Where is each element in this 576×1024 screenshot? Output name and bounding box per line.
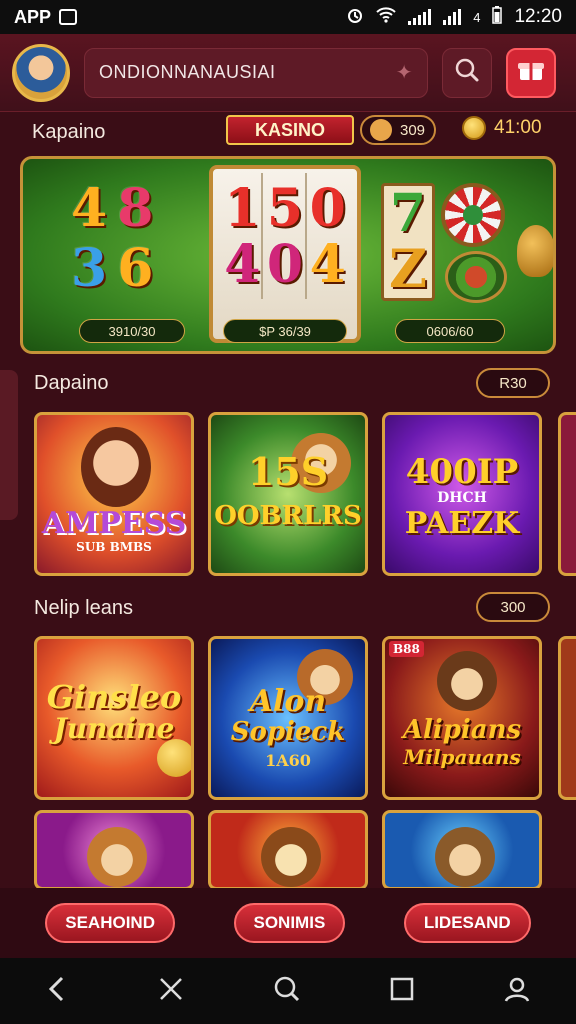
game-subtitle: Milpauans	[403, 745, 521, 769]
tab-bonus[interactable]: SONIMIS	[233, 903, 346, 943]
avatar[interactable]	[12, 43, 70, 102]
page-title: Kapaino	[32, 120, 106, 143]
game-title: Alon	[249, 684, 327, 719]
gift-icon	[517, 58, 545, 87]
game-title: Alipians	[402, 715, 522, 745]
timer: 41:00	[462, 116, 542, 140]
game-row-1: AMPESS SUB BMBS 15S OOBRLRS 400IP DHCH P…	[34, 412, 542, 576]
dog-image	[437, 651, 497, 711]
dog-image	[435, 827, 495, 887]
search-button[interactable]	[442, 47, 492, 98]
center-reel: 1 5 0 4 0 4	[209, 165, 361, 343]
game-subtitle: Junaine	[53, 712, 175, 745]
game-card[interactable]: B88 Alipians Milpauans	[382, 636, 542, 800]
badge: B88	[389, 641, 424, 657]
game-row-3	[34, 810, 542, 890]
game-title: 15S	[247, 449, 329, 494]
coin-icon	[462, 116, 486, 140]
game-small-label: 1A60	[265, 751, 311, 770]
game-card[interactable]: 400IP DHCH PAEZK	[382, 412, 542, 576]
game-card[interactable]: Alon Sopieck 1A60	[208, 636, 368, 800]
game-row-2: Ginsleo Junaine Alon Sopieck 1A60 B88 Al…	[34, 636, 542, 800]
section-title: Dapaino	[34, 372, 109, 394]
system-nav-bar	[0, 958, 576, 1024]
reel-digit: 0	[309, 178, 346, 239]
app-header: ONDIONNANAUSIAI ✦	[0, 34, 576, 112]
bottom-tabs: SEAHOIND SONIMIS LIDESAND	[0, 888, 576, 958]
reel-label: 0606/60	[395, 319, 505, 343]
coins-value: 309	[400, 121, 426, 139]
search-text: ONDIONNANAUSIAI	[99, 62, 276, 82]
game-card[interactable]: Ginsleo Junaine	[34, 636, 194, 800]
reel-digit: 1	[224, 178, 261, 239]
reel-digit: 5	[266, 178, 304, 239]
mascot-icon	[370, 119, 392, 141]
coins-pill[interactable]: 309	[360, 115, 436, 145]
dog-image	[87, 827, 147, 887]
wifi-icon	[376, 6, 396, 28]
search-icon	[454, 57, 480, 88]
tab-search[interactable]: SEAHOIND	[45, 903, 175, 943]
image-icon	[59, 9, 78, 25]
character-image	[81, 427, 151, 507]
puzzle-icon: ✦	[395, 62, 413, 84]
section-pill[interactable]: 300	[476, 592, 550, 622]
reel-digit: 8	[117, 178, 154, 239]
dog-image	[261, 827, 321, 887]
game-title: 400IP	[405, 452, 519, 492]
game-card[interactable]	[208, 810, 368, 890]
game-card[interactable]: AMPESS SUB BMBS	[34, 412, 194, 576]
profile-icon[interactable]	[503, 975, 531, 1008]
reel-digit: 0	[266, 234, 304, 295]
game-card[interactable]	[34, 810, 194, 890]
status-bar: APP 4 12:20	[0, 0, 576, 34]
coin-icon	[157, 739, 191, 777]
reel-digit: 7	[389, 183, 427, 244]
back-icon[interactable]	[45, 975, 69, 1008]
app-label: APP	[14, 6, 52, 27]
tab-lidesand[interactable]: LIDESAND	[403, 903, 531, 943]
reel-digit: 4	[224, 234, 261, 295]
square-icon[interactable]	[390, 977, 414, 1006]
game-subtitle: SUB BMBS	[76, 540, 152, 554]
search-icon[interactable]	[273, 975, 301, 1008]
left-reel: 4 8 3 6	[71, 181, 153, 297]
battery-icon	[492, 5, 503, 29]
game-subtitle: Sopieck	[230, 717, 346, 747]
fruit-icon	[445, 251, 507, 303]
game-card-peek[interactable]	[558, 412, 576, 576]
game-card[interactable]	[382, 810, 542, 890]
right-reel: 7 Z	[381, 183, 435, 301]
reel-label: 3910/30	[79, 319, 185, 343]
roulette-icon	[441, 183, 505, 247]
reel-label: $P 36/39	[223, 319, 347, 343]
kasino-banner: KASINO	[226, 115, 354, 145]
timer-value: 41:00	[494, 117, 542, 138]
clock: 12:20	[514, 6, 562, 27]
game-card-peek[interactable]	[558, 636, 576, 800]
battery-level: 4	[473, 9, 481, 25]
signal-icon-2	[443, 9, 462, 25]
reel-digit: Z	[389, 239, 427, 300]
game-subtitle: OOBRLRS	[214, 501, 362, 531]
game-title: AMPESS	[41, 506, 187, 541]
gift-button[interactable]	[506, 47, 556, 98]
section-pill[interactable]: R30	[476, 368, 550, 398]
reel-digit: 6	[117, 238, 154, 299]
game-card[interactable]: 15S OOBRLRS	[208, 412, 368, 576]
section-title: Nelip leans	[34, 597, 133, 619]
game-title: Ginsleo	[46, 678, 182, 716]
search-field[interactable]: ONDIONNANAUSIAI ✦	[84, 47, 428, 98]
alarm-icon	[346, 6, 364, 29]
reel-digit: 4	[71, 178, 108, 239]
signal-icon	[408, 9, 432, 25]
bell-icon	[517, 225, 553, 277]
side-edge	[0, 370, 18, 520]
game-subtitle: PAEZK	[404, 506, 520, 541]
reel-digit: 3	[71, 238, 108, 299]
close-icon[interactable]	[158, 976, 184, 1007]
game-small-label: DHCH	[437, 490, 487, 506]
reel-digit: 4	[309, 234, 346, 295]
slot-machine-panel[interactable]: 4 8 3 6 1 5 0 4 0 4 7 Z 3910/30 $P 36/39…	[20, 156, 556, 354]
